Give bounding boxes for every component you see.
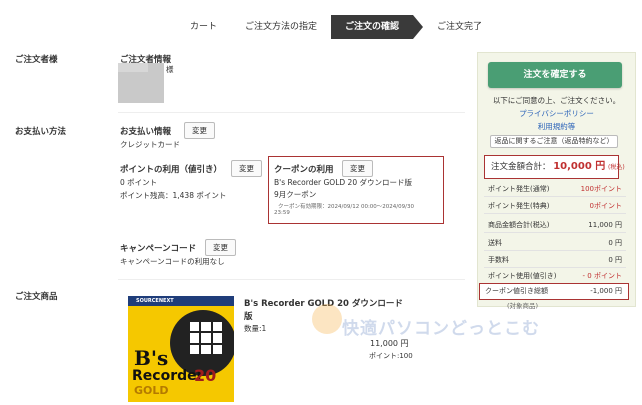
product-logo-version: 20 [194, 366, 217, 385]
summary-row-value: 100 [580, 185, 594, 193]
coupon-validity-line2: 23:59 [274, 210, 290, 216]
coupon-name-line2: 9月クーポン [274, 190, 317, 199]
coupon-title: クーポンの利用 [274, 165, 334, 175]
campaign-change-button[interactable]: 変更 [205, 239, 236, 256]
summary-row: 手数料 0 円 [484, 252, 626, 268]
checkout-steps: カート ご注文方法の指定 ご注文の確認 ご注文完了 [176, 15, 496, 39]
product-logo-bs: B's [134, 346, 169, 370]
product-brand: SOURCENEXT [128, 296, 234, 306]
confirm-order-button[interactable]: 注文を確定する [488, 62, 622, 88]
watermark-mascot-icon [312, 304, 342, 334]
summary-row: 商品金額合計(税込) 11,000 円 [484, 217, 626, 233]
points-title: ポイントの利用（値引き） [120, 165, 223, 175]
product-image: SOURCENEXT B's Recorder 20 GOLD [128, 296, 234, 402]
coupon-change-button[interactable]: 変更 [342, 160, 373, 177]
watermark: 快適パソコンどっとこむ [342, 319, 540, 339]
points-change-button[interactable]: 変更 [231, 160, 262, 177]
return-policy-button[interactable]: 返品に関するご注意（返品特約など） [490, 135, 618, 148]
summary-row: ポイント使用(値引き) - 0 ポイント [484, 268, 626, 284]
payment-method: クレジットカード [120, 140, 180, 149]
product-logo-recorder: Recorder [132, 368, 204, 384]
summary-row-value: 0 円 [608, 239, 622, 247]
summary-row: ポイント発生(通常) 100ポイント [484, 181, 626, 197]
coupon-target-label: (対象商品) [507, 302, 539, 310]
product-section-label: ご注文商品 [15, 292, 58, 302]
summary-row: 送料 0 円 [484, 235, 626, 251]
step-order-confirm: ご注文の確認 [331, 15, 424, 39]
privacy-policy-link[interactable]: プライバシーポリシー [477, 108, 636, 119]
summary-row-value: 0 円 [608, 256, 622, 264]
product-price: 11,000 円 [370, 339, 409, 348]
points-used: 0 ポイント [120, 178, 158, 187]
redacted-orderer-name [118, 63, 148, 72]
summary-row-value: - 0 [582, 272, 592, 280]
summary-row-unit: ポイント [594, 185, 622, 193]
grid-graphic [190, 322, 222, 354]
order-total-box: 注文金額合計： 10,000 円 (税込) [484, 155, 625, 179]
summary-row-label: ポイント発生(特典) [488, 202, 550, 210]
product-logo-gold: GOLD [134, 384, 169, 397]
summary-row: ポイント発生(特典) 0ポイント [484, 198, 626, 214]
agree-text: 以下にご同意の上、ご注文ください。 [492, 96, 621, 105]
coupon-discount-value: -1,000 円 [590, 287, 622, 295]
summary-row-value: 11,000 円 [588, 221, 622, 229]
coupon-discount-label: クーポン値引き総額 [485, 287, 548, 295]
step-cart: カート [190, 22, 218, 32]
payment-section-label: お支払い方法 [15, 127, 67, 137]
coupon-name-line1: B's Recorder GOLD 20 ダウンロード版 [274, 178, 412, 187]
summary-row-unit: ポイント [594, 202, 622, 210]
product-points: ポイント:100 [369, 352, 413, 360]
summary-row-label: 手数料 [488, 256, 509, 264]
summary-row-label: ポイント発生(通常) [488, 185, 550, 193]
payment-change-button[interactable]: 変更 [184, 122, 215, 139]
campaign-title: キャンペーンコード [120, 244, 197, 254]
campaign-status: キャンペーンコードの利用なし [120, 257, 225, 266]
order-total-tax: (税込) [608, 164, 625, 171]
terms-link[interactable]: 利用規約等 [477, 121, 636, 132]
summary-row-unit: ポイント [591, 272, 622, 280]
coupon-validity-line1: クーポン有効期限：2024/09/12 00:00～2024/09/30 [278, 204, 414, 210]
orderer-name-suffix: 様 [166, 65, 174, 74]
payment-info-title: お支払い情報 [120, 127, 172, 137]
summary-row-label: 商品金額合計(税込) [488, 221, 550, 229]
points-balance: ポイント残高：1,438 ポイント [120, 191, 227, 200]
summary-row-label: ポイント使用(値引き) [488, 272, 557, 280]
summary-row-label: 送料 [488, 239, 502, 247]
coupon-discount-row: クーポン値引き総額 -1,000 円 [479, 283, 629, 300]
divider [118, 112, 465, 113]
step-order-complete: ご注文完了 [437, 22, 483, 32]
product-quantity: 数量:1 [244, 324, 267, 333]
order-total-label: 注文金額合計： [491, 162, 551, 172]
order-total-value: 10,000 円 [553, 161, 606, 172]
step-order-method: ご注文方法の指定 [245, 22, 318, 32]
orderer-section-label: ご注文者様 [15, 55, 58, 65]
product-name-line2[interactable]: 版 [244, 310, 253, 322]
divider [118, 279, 465, 280]
